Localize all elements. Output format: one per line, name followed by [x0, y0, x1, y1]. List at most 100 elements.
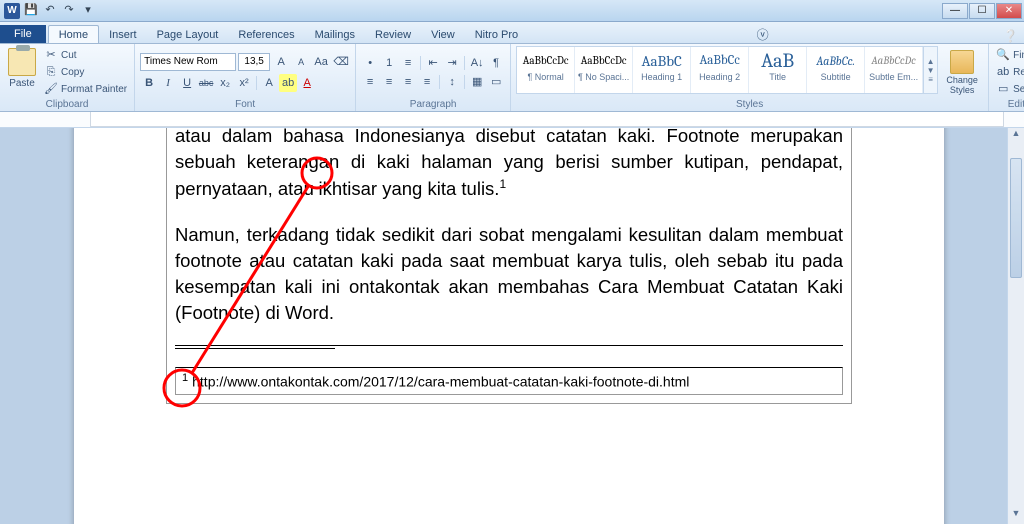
group-editing: 🔍Find▾ abReplace ▭Select▾ Editing	[989, 44, 1024, 111]
justify-button[interactable]: ≡	[418, 73, 436, 91]
dedent-button[interactable]: ⇤	[424, 54, 442, 72]
align-left-button[interactable]: ≡	[361, 73, 379, 91]
maximize-button[interactable]: ☐	[969, 3, 995, 19]
group-font: Times New Rom 13,5 A A Aa ⌫ B I U abc x₂…	[135, 44, 356, 111]
highlight-button[interactable]: ab	[279, 74, 297, 92]
find-icon: 🔍	[996, 48, 1010, 62]
paragraph-2[interactable]: Namun, terkadang tidak sedikit dari soba…	[175, 223, 843, 327]
bullets-button[interactable]: •	[361, 54, 379, 72]
horizontal-ruler[interactable]	[0, 112, 1024, 128]
indent-button[interactable]: ⇥	[443, 54, 461, 72]
ribbon-tabs: File Home Insert Page Layout References …	[0, 22, 1024, 44]
footnote-separator	[175, 348, 335, 349]
paste-label: Paste	[5, 78, 39, 89]
change-styles-button[interactable]: Change Styles	[941, 46, 983, 98]
text-effects-button[interactable]: A	[260, 74, 278, 92]
change-styles-icon	[950, 50, 974, 74]
editing-label: Editing	[994, 98, 1024, 111]
paragraph-1[interactable]: atau dalam bahasa Indonesianya disebut c…	[175, 128, 843, 203]
find-button[interactable]: 🔍Find▾	[994, 47, 1024, 63]
align-center-button[interactable]: ≡	[380, 73, 398, 91]
qat-dropdown-icon[interactable]: ▾	[80, 3, 96, 19]
scroll-thumb[interactable]	[1010, 158, 1022, 278]
style-item[interactable]: AaBTitle	[749, 47, 807, 93]
sort-button[interactable]: A↓	[468, 54, 486, 72]
minimize-button[interactable]: —	[942, 3, 968, 19]
tab-nitro-pro[interactable]: Nitro Pro	[465, 26, 528, 43]
document-area: atau dalam bahasa Indonesianya disebut c…	[0, 128, 1024, 524]
help-icon[interactable]: ❔	[997, 29, 1024, 43]
style-item[interactable]: AaBbCcDcSubtle Em...	[865, 47, 923, 93]
word-icon: W	[4, 3, 20, 19]
borders-button[interactable]: ▭	[487, 73, 505, 91]
multilevel-button[interactable]: ≡	[399, 54, 417, 72]
footnote-area[interactable]: 1 http://www.ontakontak.com/2017/12/cara-…	[175, 367, 843, 395]
show-marks-button[interactable]: ¶	[487, 54, 505, 72]
group-styles: AaBbCcDc¶ NormalAaBbCcDc¶ No Spaci...AaB…	[511, 44, 989, 111]
redo-icon[interactable]: ↷	[61, 3, 77, 19]
group-clipboard: Paste ✂Cut ⎘Copy 🖌Format Painter Clipboa…	[0, 44, 135, 111]
tab-page-layout[interactable]: Page Layout	[147, 26, 229, 43]
font-size-select[interactable]: 13,5	[238, 53, 270, 71]
style-item[interactable]: AaBbCcDc¶ No Spaci...	[575, 47, 633, 93]
paste-icon	[8, 48, 36, 76]
strike-button[interactable]: abc	[197, 74, 215, 92]
tab-view[interactable]: View	[421, 26, 465, 43]
tab-insert[interactable]: Insert	[99, 26, 147, 43]
select-button[interactable]: ▭Select▾	[994, 81, 1024, 97]
ribbon-minimize-icon[interactable]: ⓥ	[751, 26, 775, 43]
separator-line	[175, 345, 843, 346]
replace-icon: ab	[996, 65, 1010, 79]
page[interactable]: atau dalam bahasa Indonesianya disebut c…	[74, 128, 944, 524]
styles-more-button[interactable]: ▲▼≡	[923, 47, 937, 93]
copy-icon: ⎘	[44, 65, 58, 79]
group-paragraph: • 1 ≡ ⇤ ⇥ A↓ ¶ ≡ ≡ ≡ ≡ ↕ ▦ ▭ P	[356, 44, 511, 111]
shading-button[interactable]: ▦	[468, 73, 486, 91]
tab-references[interactable]: References	[228, 26, 304, 43]
tab-mailings[interactable]: Mailings	[305, 26, 365, 43]
undo-icon[interactable]: ↶	[42, 3, 58, 19]
styles-gallery[interactable]: AaBbCcDc¶ NormalAaBbCcDc¶ No Spaci...AaB…	[516, 46, 938, 94]
style-item[interactable]: AaBbCHeading 1	[633, 47, 691, 93]
shrink-font-button[interactable]: A	[292, 53, 310, 71]
footnote-number: 1	[182, 372, 188, 384]
quick-access-toolbar: W 💾 ↶ ↷ ▾	[0, 3, 100, 19]
brush-icon: 🖌	[44, 82, 58, 96]
title-bar: W 💾 ↶ ↷ ▾ — ☐ ✕	[0, 0, 1024, 22]
subscript-button[interactable]: x₂	[216, 74, 234, 92]
save-icon[interactable]: 💾	[23, 3, 39, 19]
close-button[interactable]: ✕	[996, 3, 1022, 19]
superscript-button[interactable]: x²	[235, 74, 253, 92]
copy-button[interactable]: ⎘Copy	[42, 64, 129, 80]
bold-button[interactable]: B	[140, 74, 158, 92]
tab-review[interactable]: Review	[365, 26, 421, 43]
text-boundary: atau dalam bahasa Indonesianya disebut c…	[166, 128, 852, 404]
align-right-button[interactable]: ≡	[399, 73, 417, 91]
underline-button[interactable]: U	[178, 74, 196, 92]
paste-button[interactable]: Paste	[5, 46, 39, 98]
style-item[interactable]: AaBbCc.Subtitle	[807, 47, 865, 93]
format-painter-button[interactable]: 🖌Format Painter	[42, 81, 129, 97]
italic-button[interactable]: I	[159, 74, 177, 92]
clipboard-label: Clipboard	[5, 98, 129, 111]
cut-button[interactable]: ✂Cut	[42, 47, 129, 63]
numbering-button[interactable]: 1	[380, 54, 398, 72]
tab-home[interactable]: Home	[48, 25, 99, 43]
select-icon: ▭	[996, 82, 1010, 96]
footnote-ref-1[interactable]: 1	[499, 177, 506, 191]
vertical-scrollbar[interactable]: ▲ ▼	[1007, 128, 1024, 524]
styles-label: Styles	[516, 98, 983, 111]
line-spacing-button[interactable]: ↕	[443, 73, 461, 91]
tab-file[interactable]: File	[0, 25, 46, 43]
scroll-up-icon[interactable]: ▲	[1008, 128, 1024, 144]
grow-font-button[interactable]: A	[272, 53, 290, 71]
change-case-button[interactable]: Aa	[312, 53, 330, 71]
footnote-text[interactable]: http://www.ontakontak.com/2017/12/cara-m…	[192, 374, 689, 390]
replace-button[interactable]: abReplace	[994, 64, 1024, 80]
scroll-down-icon[interactable]: ▼	[1008, 508, 1024, 524]
clear-format-button[interactable]: ⌫	[332, 53, 350, 71]
style-item[interactable]: AaBbCcHeading 2	[691, 47, 749, 93]
font-color-button[interactable]: A	[298, 74, 316, 92]
style-item[interactable]: AaBbCcDc¶ Normal	[517, 47, 575, 93]
font-name-select[interactable]: Times New Rom	[140, 53, 236, 71]
